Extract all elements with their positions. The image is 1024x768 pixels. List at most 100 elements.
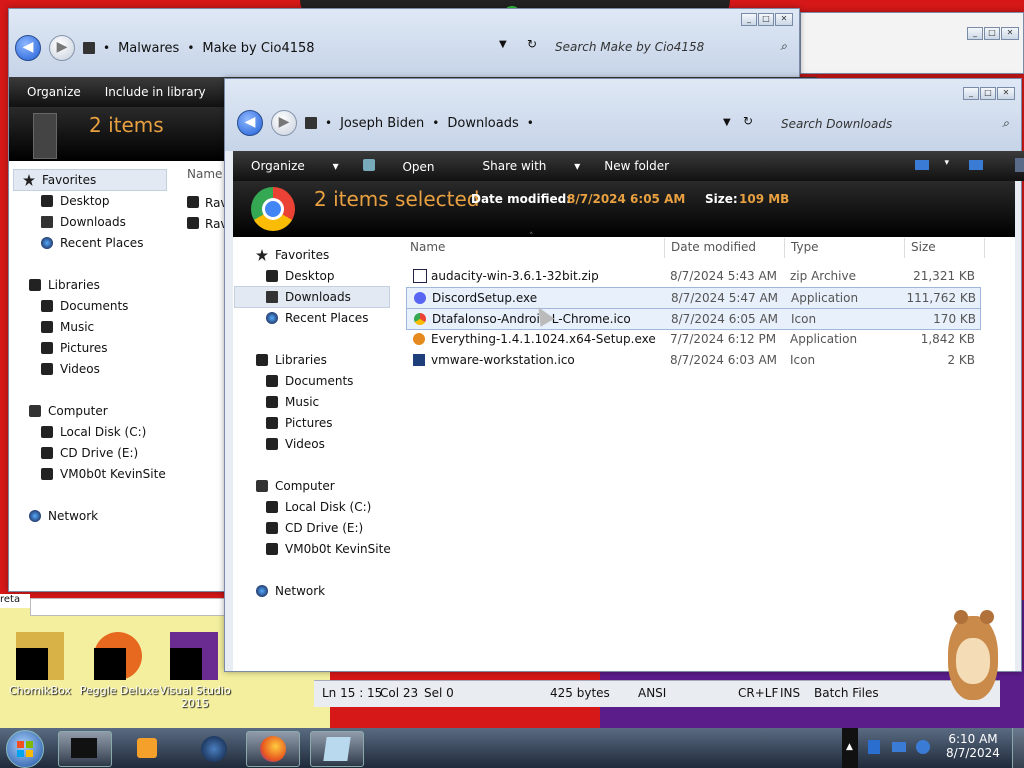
nav-recent-places[interactable]: Recent Places: [41, 236, 143, 250]
nav-downloads[interactable]: Downloads: [266, 290, 351, 304]
network-icon: [29, 510, 41, 522]
help-icon[interactable]: [1015, 158, 1024, 172]
nav-cd-drive[interactable]: CD Drive (E:): [266, 521, 363, 535]
file-row[interactable]: Everything-1.4.1.1024.x64-Setup.exe 7/7/…: [406, 329, 979, 349]
nav-local-disk[interactable]: Local Disk (C:): [41, 425, 146, 439]
desktop-icon: [41, 195, 53, 207]
address-dropdown-icon[interactable]: ▼: [723, 117, 731, 128]
peggle-deluxe-icon[interactable]: [94, 632, 142, 680]
nav-vm-share[interactable]: VM0b0t KevinSite: [41, 467, 166, 481]
clock[interactable]: 6:10 AM 8/7/2024: [940, 732, 1006, 760]
refresh-icon[interactable]: ↻: [743, 114, 753, 128]
taskbar-firefox-button[interactable]: [246, 731, 300, 767]
forward-button[interactable]: ▶: [49, 35, 75, 61]
nav-libraries[interactable]: Libraries: [29, 278, 100, 292]
taskbar-media-player-button[interactable]: [120, 731, 174, 767]
nav-computer[interactable]: Computer: [29, 404, 108, 418]
show-desktop-button[interactable]: [1012, 728, 1024, 768]
file-row[interactable]: Dtafalonso-Android-L-Chrome.ico 8/7/2024…: [406, 308, 981, 330]
breadcrumb-item[interactable]: Make by Cio4158: [202, 41, 314, 56]
taskbar-globe-button[interactable]: [186, 731, 240, 767]
nav-music[interactable]: Music: [41, 320, 94, 334]
file-row[interactable]: vmware-workstation.ico 8/7/2024 6:03 AM …: [406, 350, 979, 370]
size-label: Size:: [705, 192, 738, 206]
column-divider[interactable]: [984, 238, 985, 258]
nav-pictures[interactable]: Pictures: [266, 416, 333, 430]
maximize-icon[interactable]: □: [984, 27, 1000, 40]
search-input[interactable]: Search Make by Cio4158 ⌕: [555, 39, 787, 54]
navigation-bar: ◀ ▶ • Malwares • Make by Cio4158: [15, 35, 315, 61]
taskbar-notepad-button[interactable]: [310, 731, 364, 767]
back-button[interactable]: ◀: [15, 35, 41, 61]
maximize-icon[interactable]: □: [758, 13, 774, 26]
maximize-icon[interactable]: □: [980, 87, 996, 100]
share-with-button[interactable]: Share with ▾: [483, 159, 581, 173]
view-dropdown-icon[interactable]: ▾: [944, 158, 949, 168]
nav-downloads[interactable]: Downloads: [41, 215, 126, 229]
column-header-date[interactable]: Date modified: [671, 240, 756, 254]
include-library-button[interactable]: Include in library: [105, 85, 206, 99]
nav-favorites[interactable]: Favorites: [256, 248, 329, 262]
hamster-pet-icon[interactable]: [936, 606, 1006, 704]
organize-button[interactable]: Organize: [27, 85, 81, 99]
new-folder-button[interactable]: New folder: [604, 159, 669, 173]
view-options-icon[interactable]: [915, 160, 929, 170]
refresh-icon[interactable]: ↻: [527, 37, 537, 51]
nav-recent-places[interactable]: Recent Places: [266, 311, 368, 325]
vmware-icon: [413, 354, 425, 366]
nav-desktop[interactable]: Desktop: [41, 194, 110, 208]
column-divider[interactable]: [664, 238, 665, 258]
nav-favorites[interactable]: Favorites: [23, 173, 96, 187]
breadcrumb-separator-icon: •: [432, 116, 440, 130]
organize-button[interactable]: Organize ▾: [251, 159, 339, 173]
tray-app-icon[interactable]: [868, 740, 880, 754]
column-header-type[interactable]: Type: [791, 240, 819, 254]
breadcrumb-item[interactable]: Downloads: [447, 116, 518, 131]
file-row[interactable]: Rav: [187, 217, 228, 231]
column-header-size[interactable]: Size: [911, 240, 936, 254]
tray-expand-icon[interactable]: ▲: [846, 742, 853, 752]
open-button[interactable]: Open: [362, 158, 459, 174]
nav-pictures[interactable]: Pictures: [41, 341, 108, 355]
nav-local-disk[interactable]: Local Disk (C:): [266, 500, 371, 514]
nav-documents[interactable]: Documents: [41, 299, 128, 313]
preview-pane-icon[interactable]: [969, 160, 983, 170]
nav-music[interactable]: Music: [266, 395, 319, 409]
taskbar-explorer-button[interactable]: [58, 731, 112, 767]
column-divider[interactable]: [784, 238, 785, 258]
nav-network[interactable]: Network: [29, 509, 98, 523]
background-window[interactable]: _ □ ✕: [800, 12, 1024, 74]
file-row[interactable]: DiscordSetup.exe 8/7/2024 5:47 AM Applic…: [406, 287, 981, 309]
search-input[interactable]: Search Downloads ⌕: [781, 116, 1009, 131]
chomikbox-icon[interactable]: [16, 632, 64, 680]
column-header-name[interactable]: Name: [410, 240, 445, 254]
column-divider[interactable]: [904, 238, 905, 258]
address-dropdown-icon[interactable]: ▼: [499, 39, 507, 50]
nav-network[interactable]: Network: [256, 584, 325, 598]
nav-documents[interactable]: Documents: [266, 374, 353, 388]
close-icon[interactable]: ✕: [997, 87, 1015, 100]
nav-libraries[interactable]: Libraries: [256, 353, 327, 367]
minimize-icon[interactable]: _: [967, 27, 983, 40]
column-header-name[interactable]: Name: [187, 167, 222, 181]
minimize-icon[interactable]: _: [741, 13, 757, 26]
close-icon[interactable]: ✕: [1001, 27, 1019, 40]
nav-computer[interactable]: Computer: [256, 479, 335, 493]
nav-vm-share[interactable]: VM0b0t KevinSite: [266, 542, 391, 556]
nav-videos[interactable]: Videos: [266, 437, 325, 451]
visual-studio-icon[interactable]: [170, 632, 218, 680]
volume-tray-icon[interactable]: [916, 740, 930, 754]
close-icon[interactable]: ✕: [775, 13, 793, 26]
start-button[interactable]: [6, 730, 44, 768]
nav-videos[interactable]: Videos: [41, 362, 100, 376]
network-tray-icon[interactable]: [892, 742, 906, 752]
file-row[interactable]: Rav: [187, 196, 228, 210]
nav-desktop[interactable]: Desktop: [266, 269, 335, 283]
back-button[interactable]: ◀: [237, 110, 263, 136]
breadcrumb-item[interactable]: Joseph Biden: [340, 116, 424, 131]
minimize-icon[interactable]: _: [963, 87, 979, 100]
forward-button[interactable]: ▶: [271, 110, 297, 136]
file-row[interactable]: audacity-win-3.6.1-32bit.zip 8/7/2024 5:…: [406, 266, 979, 286]
breadcrumb-item[interactable]: Malwares: [118, 41, 179, 56]
nav-cd-drive[interactable]: CD Drive (E:): [41, 446, 138, 460]
